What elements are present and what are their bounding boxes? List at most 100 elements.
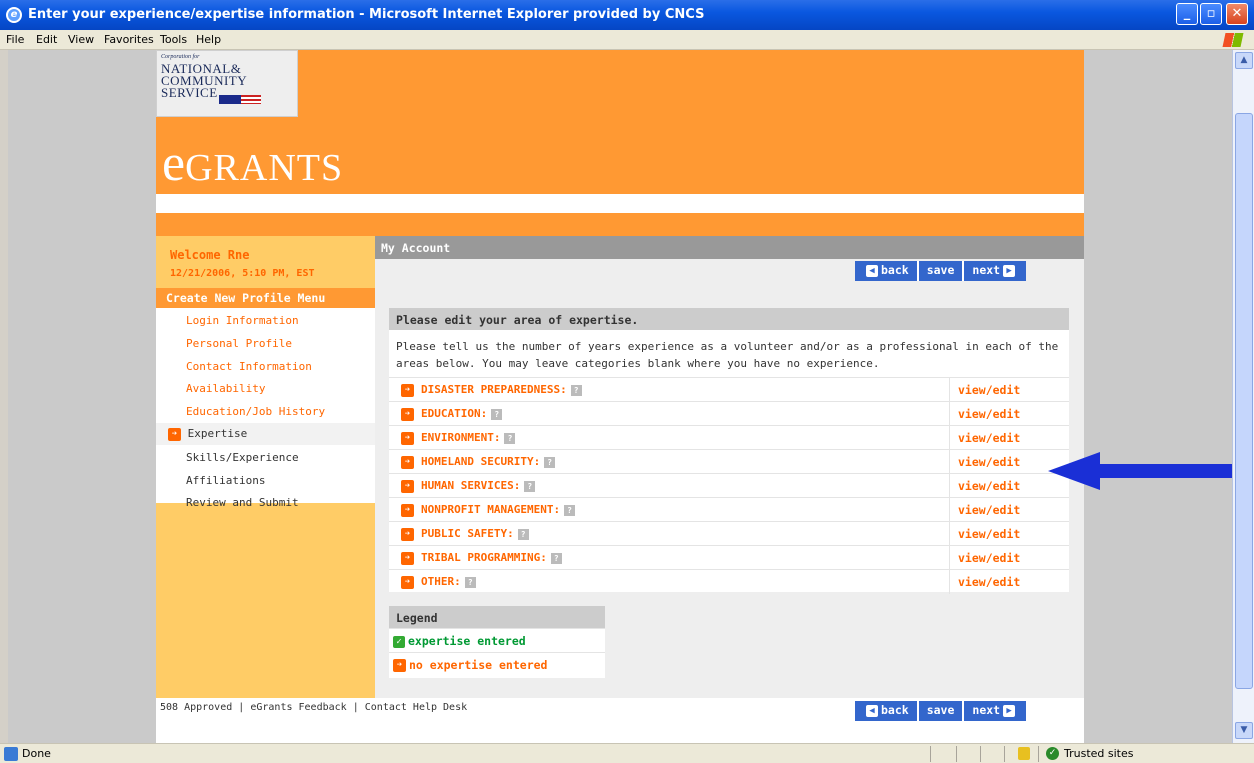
arrow-right-icon: ➔ [401,575,414,589]
close-button[interactable]: ✕ [1226,3,1248,25]
scroll-up-icon[interactable]: ▲ [1235,52,1253,69]
datetime-text: 12/21/2006, 5:10 PM, EST [170,268,315,279]
expertise-row: ➔ EDUCATION:? view/edit [389,401,1069,426]
arrow-left-icon: ◀ [866,264,878,277]
panel-intro: Please tell us the number of years exper… [396,340,1059,370]
back-button[interactable]: ◀ back [855,261,917,281]
arrow-left-icon: ◀ [866,704,878,717]
menu-bar: File Edit View Favorites Tools Help [0,30,1254,50]
arrow-right-icon: ➔ [401,455,414,469]
sidebar-item-expertise[interactable]: ➔ Expertise [168,427,247,441]
ie-icon: e [6,7,22,23]
help-icon[interactable]: ? [517,528,529,540]
view-edit-link[interactable]: view/edit [949,546,1020,570]
category-link[interactable]: ➔ HUMAN SERVICES:? [401,479,536,493]
header-band [156,213,1084,236]
expertise-row: ➔ NONPROFIT MANAGEMENT:? view/edit [389,497,1069,522]
view-edit-link[interactable]: view/edit [949,570,1020,594]
view-edit-link[interactable]: view/edit [949,474,1020,498]
category-link[interactable]: ➔ OTHER:? [401,575,476,589]
category-link[interactable]: ➔ NONPROFIT MANAGEMENT:? [401,503,576,517]
trusted-zone-icon: ✓ [1046,747,1059,760]
security-zone: Trusted sites [1064,747,1134,760]
footer-link-help-desk[interactable]: Contact Help Desk [365,702,467,713]
view-edit-link[interactable]: view/edit [949,402,1020,426]
menu-view[interactable]: View [68,33,94,46]
menu-edit[interactable]: Edit [36,33,57,46]
top-button-bar: ◀ back save next ▶ [855,261,1027,281]
sidebar-item-login-information[interactable]: Login Information [186,314,299,327]
maximize-button[interactable]: ▫ [1200,3,1222,25]
footer-link-feedback[interactable]: eGrants Feedback [250,702,346,713]
lock-icon [1018,747,1030,760]
expertise-row: ➔ ENVIRONMENT:? view/edit [389,425,1069,450]
egrants-wordmark: eGRANTS [162,135,344,192]
arrow-right-icon: ➔ [168,427,181,441]
expertise-row: ➔ HUMAN SERVICES:? view/edit [389,473,1069,498]
cncs-logo: Corporation for NATIONAL& COMMUNITY SERV… [156,50,298,117]
profile-menu: Login Information Personal Profile Conta… [156,308,375,509]
sidebar-item-skills-experience: Skills/Experience [186,451,299,464]
menu-favorites[interactable]: Favorites [104,33,154,46]
main-content: My Account ◀ back save next ▶ Please edit … [375,236,1084,698]
welcome-text: Welcome Rne [170,248,250,262]
header-divider [156,194,1084,213]
category-link[interactable]: ➔ DISASTER PREPAREDNESS:? [401,383,582,397]
menu-tools[interactable]: Tools [160,33,187,46]
help-icon[interactable]: ? [570,384,582,396]
help-icon[interactable]: ? [544,456,556,468]
menu-file[interactable]: File [6,33,24,46]
sidebar-item-personal-profile[interactable]: Personal Profile [186,337,292,350]
help-icon[interactable]: ? [550,552,562,564]
arrow-right-icon: ▶ [1003,704,1016,717]
flag-icon [219,95,261,104]
expertise-row: ➔ DISASTER PREPAREDNESS:? view/edit [389,377,1069,402]
next-button[interactable]: next ▶ [962,701,1027,721]
footer: 508 Approved | eGrants Feedback | Contac… [156,698,1084,743]
view-edit-link[interactable]: view/edit [949,498,1020,522]
category-link[interactable]: ➔ PUBLIC SAFETY:? [401,527,529,541]
save-button[interactable]: save [916,261,963,281]
category-link[interactable]: ➔ EDUCATION:? [401,407,503,421]
view-edit-link[interactable]: view/edit [949,378,1020,402]
sidebar-item-availability[interactable]: Availability [186,382,265,395]
status-bar: Done ✓ Trusted sites [0,743,1254,763]
footer-link-508[interactable]: 508 Approved [160,702,232,713]
next-button[interactable]: next ▶ [962,261,1027,281]
expertise-row: ➔ PUBLIC SAFETY:? view/edit [389,521,1069,546]
expertise-row: ➔ OTHER:? view/edit [389,569,1069,594]
sidebar-item-education-job-history[interactable]: Education/Job History [186,405,325,418]
help-icon[interactable]: ? [504,432,516,444]
window-title: Enter your experience/expertise informat… [28,7,705,22]
checkmark-icon: ✓ [393,635,405,648]
view-edit-link[interactable]: view/edit [949,522,1020,546]
help-icon[interactable]: ? [491,408,503,420]
arrow-right-icon: ➔ [401,503,414,517]
back-button[interactable]: ◀ back [855,701,917,721]
bottom-button-bar: ◀ back save next ▶ [855,701,1027,721]
sidebar-item-contact-information[interactable]: Contact Information [186,360,312,373]
arrow-right-icon: ➔ [401,551,414,565]
sidebar-item-review-and-submit: Review and Submit [186,496,299,509]
title-bar: e Enter your experience/expertise inform… [0,0,1254,30]
menu-help[interactable]: Help [196,33,221,46]
help-icon[interactable]: ? [564,504,576,516]
expertise-panel: Please edit your area of expertise. Plea… [389,308,1069,594]
view-edit-link[interactable]: view/edit [949,450,1020,474]
scroll-thumb[interactable] [1235,113,1253,689]
arrow-right-icon: ➔ [393,659,406,672]
help-icon[interactable]: ? [464,576,476,588]
save-button[interactable]: save [916,701,963,721]
minimize-button[interactable]: _ [1176,3,1198,25]
egrants-page: Corporation for NATIONAL& COMMUNITY SERV… [156,50,1084,743]
category-link[interactable]: ➔ HOMELAND SECURITY:? [401,455,556,469]
scroll-down-icon[interactable]: ▼ [1235,722,1253,739]
category-link[interactable]: ➔ TRIBAL PROGRAMMING:? [401,551,562,565]
arrow-right-icon: ▶ [1003,264,1016,277]
category-link[interactable]: ➔ ENVIRONMENT:? [401,431,516,445]
vertical-scrollbar[interactable]: ▲ ▼ [1232,50,1254,743]
help-icon[interactable]: ? [524,480,536,492]
view-edit-link[interactable]: view/edit [949,426,1020,450]
sidebar: Welcome Rne 12/21/2006, 5:10 PM, EST Cre… [156,236,375,698]
legend-entered: ✓ expertise entered [389,628,605,652]
